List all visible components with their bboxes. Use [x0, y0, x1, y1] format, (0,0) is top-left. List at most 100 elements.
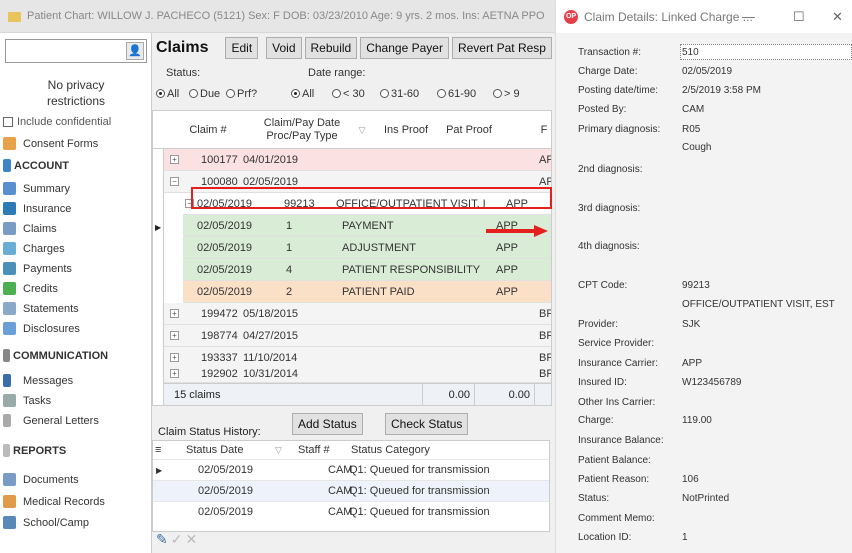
sort-filter-icon[interactable]: ▽ — [275, 441, 282, 459]
field-label: Provider: — [578, 319, 619, 330]
status-prf-radio[interactable]: Prf? — [226, 88, 257, 100]
current-row-pointer-icon: ▶ — [156, 466, 163, 475]
expand-icon[interactable]: + — [170, 353, 179, 362]
col-claim-pay-date[interactable]: Claim/Pay Date Proc/Pay Type — [252, 111, 352, 149]
claim-details-titlebar[interactable]: OP Claim Details: Linked Charge ... — ☐ … — [556, 0, 852, 33]
patient-search-input[interactable]: 👤 — [5, 39, 147, 63]
include-confidential-checkbox[interactable]: Include confidential — [3, 116, 111, 128]
edit-pencil-icon[interactable]: ✎ — [156, 531, 168, 548]
close-icon[interactable]: ✕ — [832, 9, 843, 25]
radio-icon[interactable] — [332, 89, 341, 98]
expand-icon[interactable]: + — [170, 309, 179, 318]
account-section-header[interactable]: ACCOUNT — [3, 159, 69, 172]
radio-icon[interactable] — [380, 89, 389, 98]
expand-icon[interactable]: + — [170, 331, 179, 340]
nav-disclosures[interactable]: Disclosures — [3, 322, 80, 335]
change-payer-button[interactable]: Change Payer — [360, 37, 449, 59]
tasks-icon — [3, 394, 16, 407]
charge-number: 99213 — [284, 197, 315, 210]
radio-icon[interactable] — [291, 89, 300, 98]
col-ins-proof[interactable]: Ins Proof — [372, 111, 440, 149]
reports-icon — [3, 444, 10, 457]
nav-charges[interactable]: Charges — [3, 242, 65, 255]
status-all-radio[interactable]: All — [156, 88, 179, 100]
nav-claims[interactable]: Claims — [3, 222, 57, 235]
void-button[interactable]: Void — [266, 37, 302, 59]
charge-row[interactable]: 02/05/2019 4 PATIENT RESPONSIBILITY APP — [183, 259, 551, 281]
nav-medical-records[interactable]: Medical Records — [3, 495, 105, 508]
radio-icon[interactable] — [437, 89, 446, 98]
row-selector-column[interactable]: ▶ — [153, 149, 164, 405]
close-icon[interactable]: ✕ — [185, 531, 197, 548]
nav-insurance[interactable]: Insurance — [3, 202, 71, 215]
col-status-category[interactable]: Status Category — [351, 441, 430, 459]
person-search-icon[interactable]: 👤 — [126, 42, 144, 60]
check-status-button[interactable]: Check Status — [385, 413, 469, 435]
nav-documents[interactable]: Documents — [3, 473, 79, 486]
charge-row[interactable]: − 02/05/2019 99213 OFFICE/OUTPATIENT VIS… — [183, 193, 551, 215]
col-staff-number[interactable]: Staff # — [298, 441, 330, 459]
nav-consent-forms[interactable]: Consent Forms — [3, 137, 98, 150]
col-pat-proof[interactable]: Pat Proof — [440, 111, 498, 149]
status-row[interactable]: 02/05/2019 CAM Q1: Queued for transmissi… — [153, 480, 549, 501]
revert-pat-resp-button[interactable]: Revert Pat Resp — [451, 37, 552, 59]
radio-icon[interactable] — [493, 89, 502, 98]
maximize-icon[interactable]: ☐ — [793, 9, 805, 25]
nav-statements[interactable]: Statements — [3, 302, 79, 315]
charges-icon — [3, 242, 16, 255]
reports-section-header[interactable]: REPORTS — [3, 444, 66, 457]
field-value: Cough — [682, 142, 712, 153]
status-row[interactable]: 02/05/2019 CAM Q1: Queued for transmissi… — [153, 501, 549, 522]
red-arrow-icon — [486, 225, 548, 237]
edit-button[interactable]: Edit — [225, 37, 259, 59]
nav-payments-label: Payments — [23, 262, 72, 275]
date-61-90-radio[interactable]: 61-90 — [437, 88, 476, 100]
date-31-60-radio[interactable]: 31-60 — [380, 88, 419, 100]
date-all-radio[interactable]: All — [291, 88, 314, 100]
add-status-button[interactable]: Add Status — [292, 413, 363, 435]
collapse-icon[interactable]: − — [185, 199, 194, 208]
claim-row[interactable]: + 198774 04/27/2015 BPC — [164, 325, 551, 347]
radio-icon[interactable] — [226, 89, 235, 98]
radio-icon[interactable] — [156, 89, 165, 98]
nav-payments[interactable]: Payments — [3, 262, 72, 275]
nav-tasks[interactable]: Tasks — [3, 394, 51, 407]
nav-credits[interactable]: Credits — [3, 282, 58, 295]
minimize-icon[interactable]: — — [742, 9, 755, 24]
claim-row[interactable]: − 100080 02/05/2019 APP — [164, 171, 551, 193]
status-date: 02/05/2019 — [198, 485, 254, 497]
date-lt30-radio[interactable]: < 30 — [332, 88, 365, 100]
nav-general-letters[interactable]: General Letters — [3, 414, 99, 427]
checkbox-icon[interactable] — [3, 117, 13, 127]
col-status-date[interactable]: Status Date — [186, 441, 243, 459]
col-f[interactable]: F — [535, 111, 551, 149]
col-claim-number[interactable]: Claim # — [164, 111, 252, 149]
field-value: 99213 — [682, 280, 710, 291]
patient-chart-titlebar[interactable]: Patient Chart: WILLOW J. PACHECO (5121) … — [0, 0, 555, 33]
collapse-icon[interactable]: − — [170, 177, 179, 186]
claim-row[interactable]: + 193337 11/10/2014 BPC — [164, 347, 551, 369]
nav-summary[interactable]: Summary — [3, 182, 70, 195]
expand-icon[interactable]: + — [170, 369, 179, 378]
radio-icon[interactable] — [189, 89, 198, 98]
expand-icon[interactable]: + — [170, 155, 179, 164]
claim-row[interactable]: + 100177 04/01/2019 APP — [164, 149, 551, 171]
charge-row[interactable]: 02/05/2019 2 PATIENT PAID APP — [183, 281, 551, 303]
claim-row[interactable]: + 199472 05/18/2015 BPC — [164, 303, 551, 325]
charge-row[interactable]: 02/05/2019 1 ADJUSTMENT APP — [183, 237, 551, 259]
column-chooser-icon[interactable]: ≡ — [155, 441, 165, 459]
date-range-label: Date range: — [308, 67, 366, 79]
status-due-radio[interactable]: Due — [189, 88, 220, 100]
status-due-label: Due — [200, 88, 221, 100]
field-value: 02/05/2019 — [682, 66, 733, 77]
sort-filter-icon[interactable]: ▽ — [352, 111, 372, 149]
status-row[interactable]: ▶ 02/05/2019 CAM Q1: Queued for transmis… — [153, 459, 549, 480]
date-gt90-radio[interactable]: > 9 — [493, 88, 520, 100]
nav-messages[interactable]: Messages — [3, 374, 73, 387]
claim-date: 02/05/2019 — [243, 175, 299, 188]
nav-school-camp[interactable]: School/Camp — [3, 516, 89, 529]
check-icon[interactable]: ✓ — [171, 531, 183, 548]
communication-section-header[interactable]: COMMUNICATION — [3, 349, 108, 362]
rebuild-button[interactable]: Rebuild — [304, 37, 358, 59]
claim-row[interactable]: + 192902 10/31/2014 BPC — [164, 367, 551, 383]
